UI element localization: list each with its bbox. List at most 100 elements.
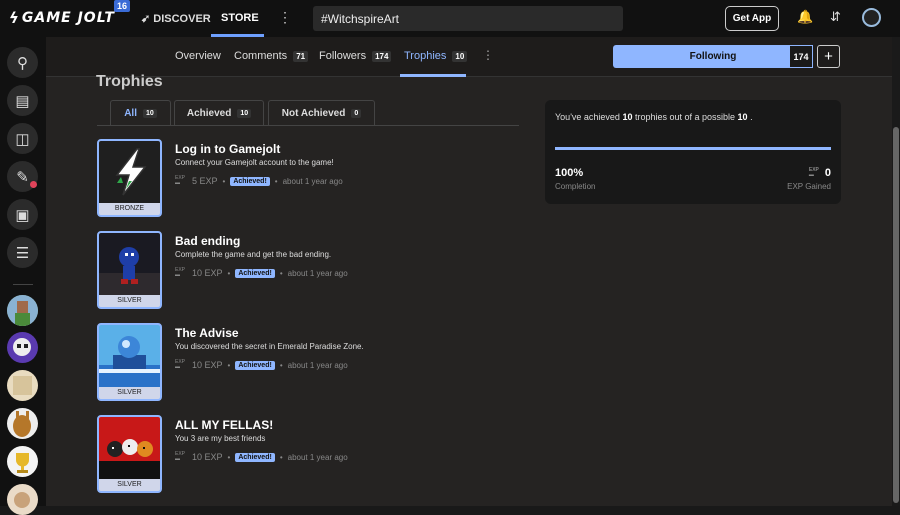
- tab-count: 10: [452, 50, 468, 62]
- notification-dot: [30, 181, 37, 188]
- achieved-badge: Achieved!: [235, 268, 275, 278]
- filter-achieved[interactable]: Achieved 10: [174, 100, 264, 126]
- trophy-tier: SILVER: [117, 297, 142, 304]
- community-avatar-1[interactable]: [7, 295, 38, 326]
- tab-label: Overview: [175, 50, 221, 62]
- completion-progress-bar: [555, 147, 831, 150]
- achieved-badge: Achieved!: [235, 452, 275, 462]
- trophy-thumbnail: BRONZE: [97, 139, 162, 217]
- user-avatar[interactable]: [862, 8, 881, 27]
- completion-label: Completion: [555, 182, 596, 191]
- achieved-badge: Achieved!: [235, 360, 275, 370]
- tabs-more-icon[interactable]: ⋮: [482, 48, 494, 62]
- active-tab-indicator: [400, 74, 466, 77]
- trophy-exp: 10 EXP: [192, 360, 223, 370]
- filter-not-achieved[interactable]: Not Achieved 0: [268, 100, 375, 126]
- trophy-description: Complete the game and get the bad ending…: [175, 250, 332, 259]
- trophy-item[interactable]: SILVER ALL MY FELLAS! You 3 are my best …: [97, 415, 517, 493]
- following-button[interactable]: Following: [613, 45, 813, 68]
- trophy-title: Log in to Gamejolt: [175, 142, 281, 156]
- summary-mid: trophies out of a possible: [632, 112, 738, 122]
- separator-dot: •: [227, 268, 231, 278]
- nav-store[interactable]: STORE: [221, 12, 259, 24]
- scrollbar[interactable]: [892, 37, 900, 506]
- shelf-icon[interactable]: ☰: [7, 237, 38, 268]
- trophy-thumbnail: SILVER: [97, 231, 162, 309]
- completion-percent: 100%: [555, 167, 584, 179]
- tab-trophies[interactable]: Trophies 10: [404, 50, 468, 62]
- following-label: Following: [689, 51, 737, 62]
- trophy-time: about 1 year ago: [287, 268, 348, 278]
- exp-icon: EXP ▬: [175, 175, 186, 186]
- possible-count: 10: [737, 112, 748, 122]
- progress-fill: [555, 147, 831, 150]
- trophy-item[interactable]: SILVER Bad ending Complete the game and …: [97, 231, 517, 309]
- library-icon[interactable]: ⚲: [7, 47, 38, 78]
- trophy-meta: EXP ▬ 5 EXP • Achieved! • about 1 year ag…: [175, 175, 343, 187]
- achieved-count: 10: [622, 112, 633, 122]
- community-avatar-5[interactable]: [7, 446, 38, 477]
- trophy-title: The Advise: [175, 326, 239, 340]
- trophy-meta: EXP ▬ 10 EXP • Achieved! • about 1 year a…: [175, 360, 348, 371]
- top-bar: ϟ GAME JOLT 16 ➹ DISCOVER STORE ⋮ #Witchs…: [0, 0, 900, 37]
- community-avatar-2[interactable]: [7, 332, 38, 363]
- trophy-tier: SILVER: [117, 481, 142, 488]
- more-menu-icon[interactable]: ⋮: [278, 9, 292, 26]
- trophy-item[interactable]: BRONZE Log in to Gamejolt Connect your G…: [97, 139, 517, 217]
- follower-count: 174: [789, 45, 813, 68]
- nav-discover[interactable]: ➹ DISCOVER: [141, 12, 211, 25]
- get-app-button[interactable]: Get App: [725, 6, 779, 31]
- gamejolt-logo[interactable]: ϟ GAME JOLT: [9, 9, 115, 27]
- search-input[interactable]: #WitchspireArt: [313, 6, 623, 31]
- bell-icon[interactable]: 🔔: [797, 9, 813, 25]
- bad-ending-trophy-image: [99, 233, 160, 295]
- trophy-exp: 10 EXP: [192, 268, 223, 278]
- store-icon[interactable]: ▤: [7, 85, 38, 116]
- tab-count: 174: [372, 50, 392, 62]
- scrollbar-thumb[interactable]: [893, 127, 899, 503]
- community-avatar-3[interactable]: [7, 370, 38, 401]
- exp-icon: EXP ▬: [808, 167, 819, 178]
- activity-icon[interactable]: ⇵: [830, 9, 841, 25]
- tab-label: Comments: [234, 50, 288, 62]
- community-avatar-4[interactable]: [7, 408, 38, 439]
- achieved-badge: Achieved!: [230, 176, 270, 186]
- page-title: Trophies: [96, 73, 163, 90]
- trophy-item[interactable]: SILVER The Advise You discovered the sec…: [97, 323, 517, 401]
- separator-dot: •: [227, 360, 231, 370]
- fellas-trophy-image: [99, 417, 160, 479]
- broom-icon[interactable]: ✎: [7, 161, 38, 192]
- trophy-description: You 3 are my best friends: [175, 434, 266, 443]
- trophy-filter-tabs: All 10 Achieved 10 Not Achieved 0: [97, 100, 519, 127]
- trophy-title: ALL MY FELLAS!: [175, 418, 274, 432]
- tab-overview[interactable]: Overview: [175, 50, 221, 62]
- filter-all[interactable]: All 10: [110, 100, 171, 127]
- tab-comments[interactable]: Comments 71: [234, 50, 309, 62]
- separator-dot: •: [222, 176, 226, 186]
- filter-label: Not Achieved: [281, 108, 346, 119]
- compass-icon: ➹: [141, 13, 151, 25]
- filter-label: All: [124, 108, 137, 119]
- exp-gained-value: 0: [824, 167, 831, 179]
- community-avatar-6[interactable]: [7, 484, 38, 515]
- trophy-description: You discovered the secret in Emerald Par…: [175, 342, 364, 351]
- summary-text: You've achieved 10 trophies out of a pos…: [555, 112, 753, 122]
- backpack-icon[interactable]: ◫: [7, 123, 38, 154]
- exp-icon: EXP ▬: [175, 451, 186, 462]
- plus-icon[interactable]: +: [817, 45, 840, 68]
- separator-dot: •: [279, 268, 283, 278]
- separator-dot: •: [279, 360, 283, 370]
- trophy-title: Bad ending: [175, 234, 241, 248]
- main-content: Overview Comments 71 Followers 174 Trophie…: [46, 37, 892, 506]
- separator-dot: •: [274, 176, 278, 186]
- filter-count: 0: [351, 109, 362, 118]
- trophy-description: Connect your Gamejolt account to the gam…: [175, 158, 334, 167]
- trophy-thumbnail: SILVER: [97, 415, 162, 493]
- separator-dot: •: [279, 452, 283, 462]
- chat-icon[interactable]: ▣: [7, 199, 38, 230]
- tab-followers[interactable]: Followers 174: [319, 50, 392, 62]
- filter-label: Achieved: [186, 108, 232, 119]
- trophy-tier: SILVER: [117, 389, 142, 396]
- filter-count: 10: [237, 109, 252, 118]
- summary-pre: You've achieved: [555, 112, 623, 122]
